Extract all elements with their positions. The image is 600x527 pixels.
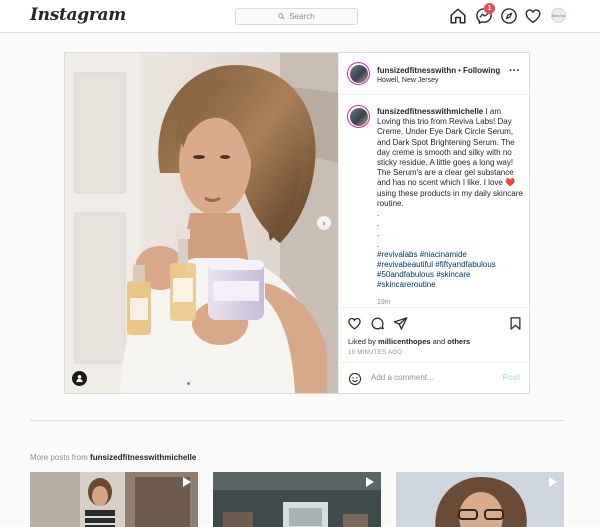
emoji-icon[interactable] [348, 372, 362, 386]
search-icon [278, 13, 285, 20]
post-header: funsizedfitnesswithn • Following Howell, N… [339, 53, 530, 95]
more-posts-prefix: More posts from [30, 453, 88, 462]
liked-by-others-link[interactable]: others [447, 337, 470, 346]
following-button[interactable]: Following [463, 66, 500, 75]
chevron-right-icon: › [322, 218, 326, 228]
hashtag-link[interactable]: #skincare [436, 270, 470, 279]
post-actions: Liked by millicenthopes and others 19 MI… [339, 307, 530, 393]
author-line: funsizedfitnesswithn • Following [377, 66, 500, 75]
post-card: › funsizedfitnesswithn • Following Howell,… [64, 52, 530, 394]
related-post-thumbnail[interactable] [213, 472, 381, 527]
video-icon [549, 477, 557, 487]
carousel-indicator [187, 382, 202, 385]
post-sidebar: funsizedfitnesswithn • Following Howell, N… [338, 53, 530, 393]
more-posts-heading: More posts from funsizedfitnesswithmiche… [30, 453, 196, 462]
location-link[interactable]: Howell, New Jersey [377, 77, 438, 84]
carousel-dot [199, 382, 202, 385]
caption-text: funsizedfitnesswithmichelle I am Loving … [377, 107, 523, 291]
caption-username-link[interactable]: funsizedfitnesswithmichelle [377, 107, 483, 116]
direct-messages-button[interactable]: 1 [475, 3, 495, 25]
caption-author-avatar[interactable] [347, 105, 370, 128]
activity-heart-icon[interactable] [524, 7, 542, 25]
hashtag-link[interactable]: #50andfabulous [377, 270, 434, 279]
save-bookmark-icon[interactable] [508, 316, 523, 331]
comment-input[interactable]: Add a comment... [371, 373, 434, 382]
section-divider [30, 420, 564, 421]
post-image [65, 53, 338, 393]
caption-area: funsizedfitnesswithmichelle I am Loving … [339, 96, 530, 306]
caption-dot: . [377, 239, 380, 249]
related-post-image [30, 472, 198, 527]
more-options-button[interactable]: ··· [509, 65, 520, 77]
more-dots-icon: ··· [509, 65, 520, 77]
hashtag-list: #revivalabs #niacinamide #revivabeautifu… [377, 250, 523, 291]
hashtag-link[interactable]: #niacinamide [420, 250, 467, 259]
carousel-dot-active [187, 382, 190, 385]
carousel-dot [193, 382, 196, 385]
post-photo[interactable]: › [65, 53, 338, 393]
user-tag-icon [76, 375, 83, 383]
hashtag-link[interactable]: #skincareroutine [377, 280, 436, 289]
search-input[interactable]: Search [235, 8, 358, 25]
caption-dot: . [377, 209, 380, 219]
author-avatar[interactable] [347, 62, 370, 85]
caption-body: I am Loving this trio from Reviva Labs! … [377, 107, 515, 188]
hashtag-link[interactable]: #fiftyandfabulous [435, 260, 496, 269]
related-post-thumbnail[interactable] [396, 472, 564, 527]
next-slide-button[interactable]: › [317, 216, 331, 230]
notification-badge: 1 [484, 3, 495, 14]
related-post-image [396, 472, 564, 527]
share-plane-icon[interactable] [393, 316, 408, 331]
post-timestamp[interactable]: 19 MINUTES AGO [348, 350, 402, 356]
liked-by-line: Liked by millicenthopes and others [348, 337, 470, 346]
caption-body-end: using these products in my daily skincar… [377, 188, 523, 208]
video-icon [183, 477, 191, 487]
caption-timestamp: 19m [377, 299, 391, 306]
profile-avatar[interactable]: Reviva [551, 8, 566, 23]
separator: • [458, 66, 461, 75]
liked-by-and: and [432, 337, 446, 346]
heart-emoji: ❤️ [505, 178, 516, 188]
hashtag-link[interactable]: #revivabeautiful [377, 260, 433, 269]
post-comment-button[interactable]: Post [503, 373, 520, 382]
comment-bar: Add a comment... Post [339, 362, 530, 394]
explore-compass-icon[interactable] [500, 7, 518, 25]
instagram-logo[interactable]: Instagram [30, 5, 126, 25]
more-posts-username-link[interactable]: funsizedfitnesswithmichelle [90, 453, 196, 462]
liked-by-prefix: Liked by [348, 337, 376, 346]
search-placeholder: Search [289, 12, 315, 21]
profile-avatar-text: Reviva [551, 13, 566, 18]
top-navigation-bar: Instagram Search 1 Reviva [0, 0, 600, 33]
liked-by-user-link[interactable]: millicenthopes [378, 337, 431, 346]
hashtag-link[interactable]: #revivalabs [377, 250, 417, 259]
like-heart-icon[interactable] [347, 316, 362, 331]
video-icon [366, 477, 374, 487]
tagged-users-button[interactable] [72, 371, 87, 386]
author-username-link[interactable]: funsizedfitnesswithn [377, 66, 456, 75]
caption-dot: . [377, 219, 380, 229]
related-post-thumbnail[interactable] [30, 472, 198, 527]
comment-bubble-icon[interactable] [370, 316, 385, 331]
caption-dot: . [377, 229, 380, 239]
home-icon[interactable] [449, 7, 467, 25]
related-post-image [213, 472, 381, 527]
